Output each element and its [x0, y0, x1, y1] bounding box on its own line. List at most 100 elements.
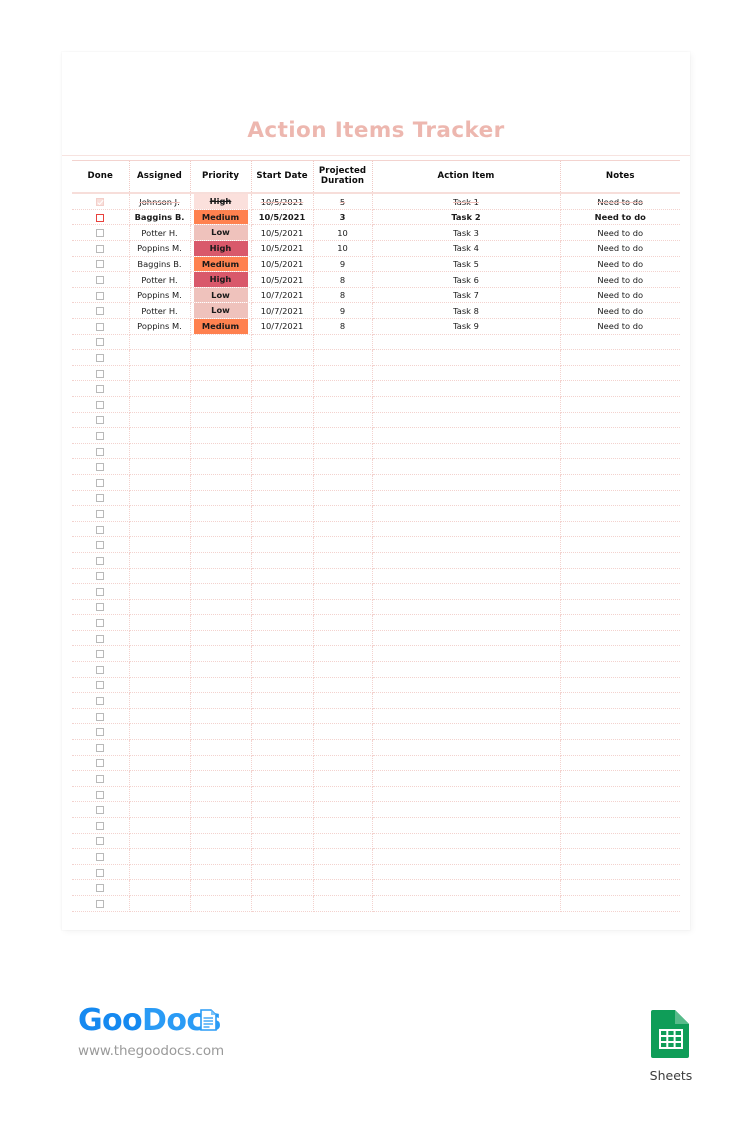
- column-header-action-item[interactable]: Action Item: [372, 160, 561, 195]
- cell-empty[interactable]: [560, 786, 680, 803]
- cell-empty[interactable]: [560, 474, 680, 491]
- cell-empty[interactable]: [251, 490, 314, 507]
- checkbox-unchecked[interactable]: [96, 416, 105, 425]
- cell-empty[interactable]: [129, 708, 191, 725]
- cell-assigned[interactable]: Potter H.: [129, 302, 191, 319]
- cell-empty[interactable]: [190, 536, 252, 553]
- cell-empty[interactable]: [313, 630, 373, 647]
- cell-empty[interactable]: [251, 864, 314, 881]
- cell-done[interactable]: [72, 256, 130, 273]
- cell-empty[interactable]: [129, 443, 191, 460]
- cell-empty[interactable]: [251, 723, 314, 741]
- table-row-empty[interactable]: [72, 630, 680, 647]
- table-row-empty[interactable]: [72, 458, 680, 475]
- cell-start[interactable]: 10/5/2021: [251, 224, 314, 242]
- checkbox-unchecked[interactable]: [96, 759, 105, 768]
- cell-done[interactable]: [72, 443, 130, 460]
- cell-empty[interactable]: [560, 505, 680, 522]
- cell-empty[interactable]: [129, 879, 191, 896]
- cell-empty[interactable]: [560, 490, 680, 507]
- cell-notes[interactable]: Need to do: [560, 318, 680, 335]
- cell-empty[interactable]: [313, 334, 373, 351]
- cell-empty[interactable]: [129, 817, 191, 834]
- cell-empty[interactable]: [560, 396, 680, 413]
- cell-empty[interactable]: [129, 505, 191, 522]
- cell-empty[interactable]: [560, 817, 680, 834]
- cell-empty[interactable]: [372, 723, 561, 741]
- cell-priority[interactable]: Medium: [190, 318, 252, 335]
- checkbox-unchecked[interactable]: [96, 509, 105, 518]
- cell-empty[interactable]: [313, 396, 373, 413]
- table-row[interactable]: Potter H. Low 10/7/2021 9 Task 8 Need to do: [72, 302, 680, 319]
- table-row-empty[interactable]: [72, 599, 680, 616]
- cell-done[interactable]: [72, 474, 130, 491]
- cell-empty[interactable]: [560, 334, 680, 351]
- cell-empty[interactable]: [313, 474, 373, 491]
- cell-done[interactable]: [72, 817, 130, 834]
- cell-action[interactable]: Task 7: [372, 287, 561, 304]
- checkbox-unchecked[interactable]: [96, 213, 105, 222]
- cell-done[interactable]: [72, 786, 130, 803]
- cell-empty[interactable]: [190, 443, 252, 460]
- cell-empty[interactable]: [251, 801, 314, 818]
- checkbox-unchecked[interactable]: [96, 697, 105, 706]
- cell-empty[interactable]: [372, 848, 561, 865]
- cell-empty[interactable]: [190, 380, 252, 397]
- footer-website-url[interactable]: www.thegoodocs.com: [78, 1043, 308, 1059]
- checkbox-unchecked[interactable]: [96, 681, 105, 690]
- column-header-start-date[interactable]: Start Date: [251, 160, 314, 195]
- checkbox-unchecked[interactable]: [96, 353, 105, 362]
- cell-empty[interactable]: [251, 365, 314, 382]
- checkbox-unchecked[interactable]: [96, 837, 105, 846]
- table-row-empty[interactable]: [72, 770, 680, 787]
- cell-done[interactable]: [72, 490, 130, 507]
- cell-done[interactable]: [72, 380, 130, 397]
- checkbox-unchecked[interactable]: [96, 291, 105, 300]
- cell-start[interactable]: 10/5/2021: [251, 240, 314, 257]
- cell-notes[interactable]: Need to do: [560, 287, 680, 304]
- cell-empty[interactable]: [251, 833, 314, 850]
- cell-empty[interactable]: [372, 755, 561, 772]
- cell-empty[interactable]: [190, 599, 252, 616]
- column-header-projected-duration[interactable]: Projected Duration: [313, 160, 373, 195]
- cell-empty[interactable]: [372, 568, 561, 585]
- cell-empty[interactable]: [251, 661, 314, 678]
- cell-empty[interactable]: [129, 568, 191, 585]
- cell-done[interactable]: [72, 318, 130, 335]
- table-row[interactable]: Johnson J. High 10/5/2021 5 Task 1 Need to do: [72, 193, 680, 210]
- cell-done[interactable]: [72, 895, 130, 912]
- cell-empty[interactable]: [560, 583, 680, 600]
- checkbox-unchecked[interactable]: [96, 587, 105, 596]
- checkbox-unchecked[interactable]: [96, 868, 105, 877]
- cell-empty[interactable]: [129, 396, 191, 413]
- cell-priority[interactable]: Medium: [190, 256, 252, 273]
- cell-duration[interactable]: 9: [313, 256, 373, 273]
- cell-empty[interactable]: [129, 552, 191, 569]
- cell-empty[interactable]: [560, 677, 680, 694]
- table-row[interactable]: Potter H. High 10/5/2021 8 Task 6 Need to do: [72, 271, 680, 288]
- cell-empty[interactable]: [129, 583, 191, 600]
- cell-empty[interactable]: [251, 848, 314, 865]
- cell-done[interactable]: [72, 271, 130, 288]
- cell-done[interactable]: [72, 412, 130, 429]
- cell-empty[interactable]: [251, 755, 314, 772]
- cell-empty[interactable]: [190, 396, 252, 413]
- cell-empty[interactable]: [251, 583, 314, 600]
- cell-done[interactable]: [72, 302, 130, 319]
- cell-empty[interactable]: [313, 817, 373, 834]
- table-row-empty[interactable]: [72, 708, 680, 725]
- cell-action[interactable]: Task 3: [372, 224, 561, 242]
- cell-done[interactable]: [72, 287, 130, 304]
- cell-empty[interactable]: [372, 614, 561, 631]
- cell-action[interactable]: Task 5: [372, 256, 561, 273]
- cell-done[interactable]: [72, 801, 130, 818]
- cell-empty[interactable]: [190, 365, 252, 382]
- cell-empty[interactable]: [251, 614, 314, 631]
- cell-empty[interactable]: [372, 474, 561, 491]
- cell-empty[interactable]: [560, 692, 680, 709]
- cell-empty[interactable]: [129, 677, 191, 694]
- cell-empty[interactable]: [560, 365, 680, 382]
- table-row-empty[interactable]: [72, 677, 680, 694]
- checkbox-unchecked[interactable]: [96, 728, 105, 737]
- cell-empty[interactable]: [251, 692, 314, 709]
